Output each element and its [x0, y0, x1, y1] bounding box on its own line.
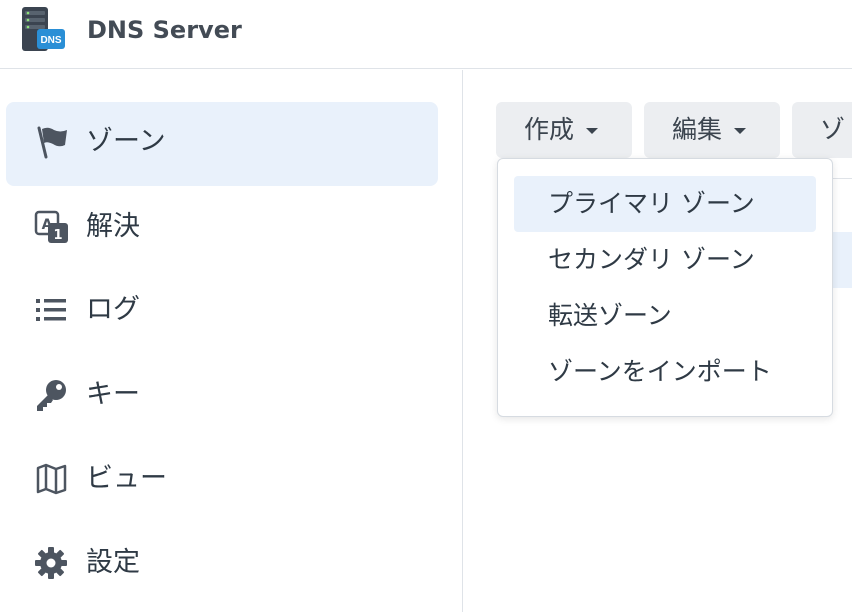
- gear-icon: [34, 545, 70, 581]
- title-bar: DNS DNS Server: [0, 0, 852, 69]
- sidebar-item-label: 設定: [86, 547, 140, 578]
- app-title: DNS Server: [87, 16, 242, 44]
- flag-icon: [34, 124, 70, 160]
- edit-button[interactable]: 編集: [644, 102, 780, 158]
- sidebar-item-label: ビュー: [86, 463, 167, 494]
- sidebar-item-key[interactable]: キー: [6, 355, 438, 439]
- resolve-icon: A 1: [34, 209, 70, 245]
- menu-item-import-zone[interactable]: ゾーンをインポート: [514, 344, 816, 400]
- menu-item-forward-zone[interactable]: 転送ゾーン: [514, 288, 816, 344]
- map-icon: [34, 461, 70, 497]
- svg-text:DNS: DNS: [40, 35, 61, 46]
- sidebar-item-resolve[interactable]: A 1 解決: [6, 187, 438, 271]
- list-icon: [34, 292, 70, 328]
- menu-item-secondary-zone[interactable]: セカンダリ ゾーン: [514, 232, 816, 288]
- key-icon: [34, 377, 70, 413]
- table-header-divider: [832, 178, 852, 179]
- chevron-down-icon: [734, 128, 746, 134]
- sidebar-item-settings[interactable]: 設定: [6, 523, 438, 607]
- sidebar-item-label: キー: [86, 379, 140, 410]
- sidebar-item-label: ログ: [86, 294, 140, 325]
- sidebar-item-label: 解決: [86, 211, 140, 242]
- sidebar-item-view[interactable]: ビュー: [6, 439, 438, 523]
- sidebar: ゾーン A 1 解決 ログ キー ビュー 設定: [0, 70, 463, 612]
- sidebar-item-label: ゾーン: [86, 126, 166, 157]
- svg-text:1: 1: [53, 228, 62, 243]
- dns-server-icon: DNS: [19, 6, 67, 52]
- sidebar-item-log[interactable]: ログ: [6, 270, 438, 354]
- create-menu: プライマリ ゾーン セカンダリ ゾーン 転送ゾーン ゾーンをインポート: [497, 158, 833, 417]
- zone-menu-button[interactable]: ゾ: [792, 102, 852, 158]
- chevron-down-icon: [586, 128, 598, 134]
- menu-item-primary-zone[interactable]: プライマリ ゾーン: [514, 176, 816, 232]
- table-row[interactable]: [832, 232, 852, 288]
- sidebar-item-zone[interactable]: ゾーン: [6, 102, 438, 186]
- create-button[interactable]: 作成: [496, 102, 632, 158]
